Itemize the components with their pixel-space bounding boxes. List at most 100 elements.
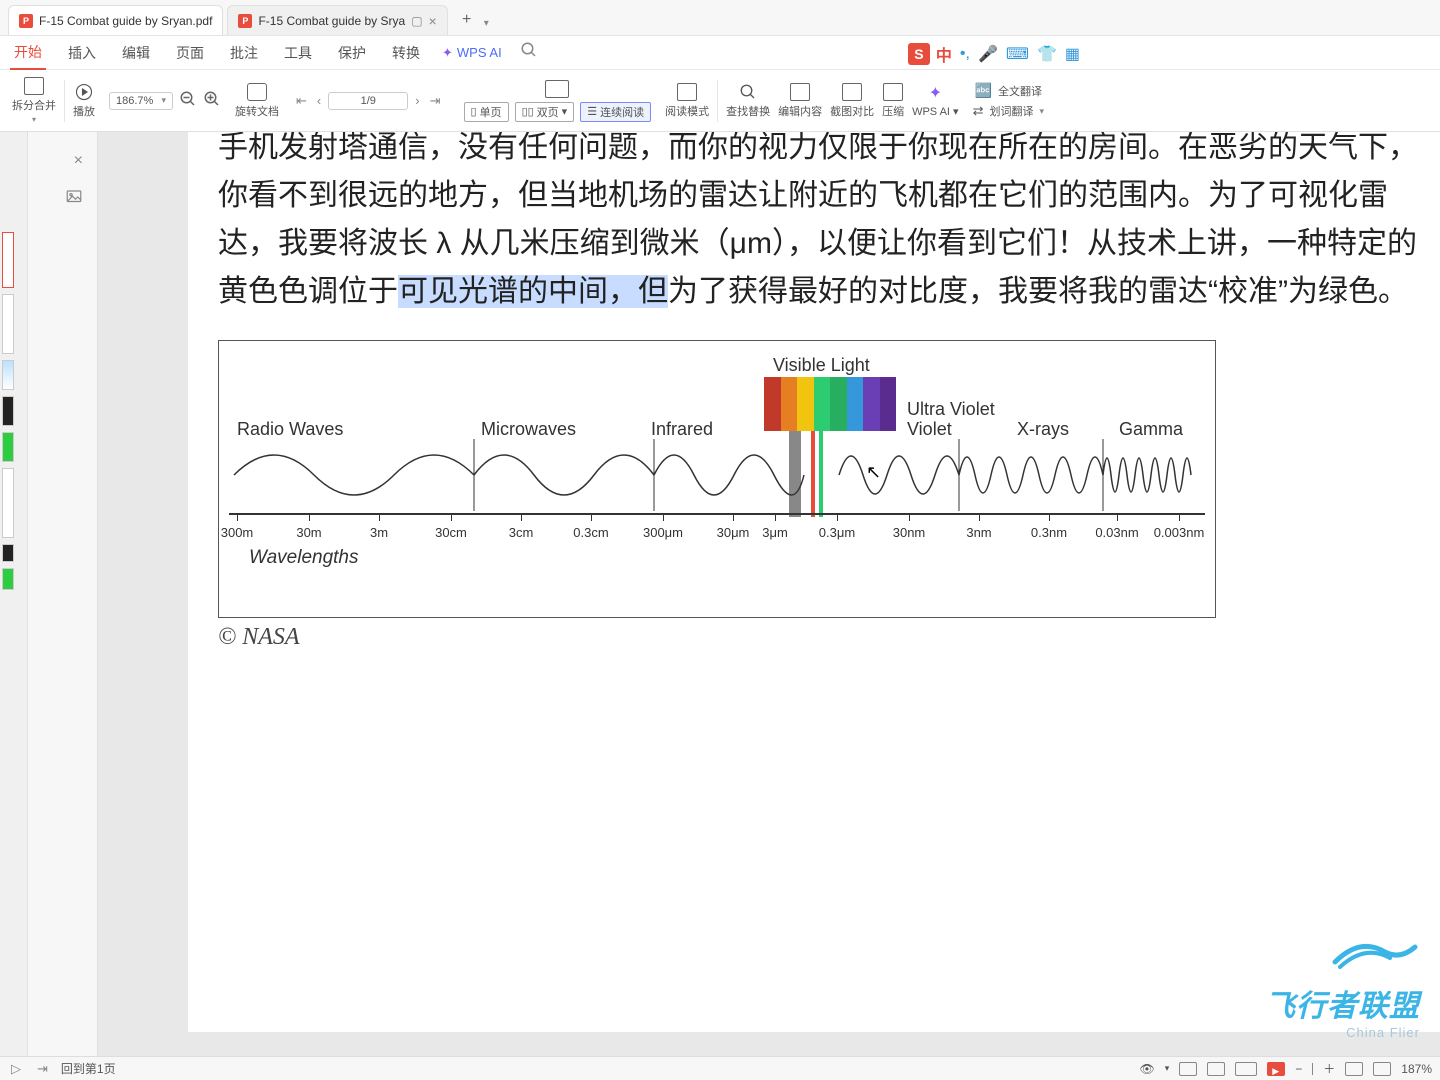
view-double-icon[interactable] <box>1235 1062 1257 1076</box>
compress-button[interactable]: 压缩 <box>878 81 908 121</box>
wave-diagram <box>229 435 1199 515</box>
view-fit-icon[interactable] <box>1207 1062 1225 1076</box>
panel-close-icon[interactable]: × <box>74 152 83 170</box>
first-page-button[interactable]: ⇤ <box>293 93 310 109</box>
ime-logo-icon: S <box>908 43 930 65</box>
wordtrans-icon: ⇄ <box>973 103 984 119</box>
scale-tick: 0.3nm <box>1031 525 1067 540</box>
thumbnail-strip <box>0 132 28 1056</box>
document-tab-1[interactable]: P F-15 Combat guide by Sryan.pdf <box>8 5 223 35</box>
next-page-button[interactable]: › <box>412 93 422 108</box>
scale-tick: 300m <box>221 525 254 540</box>
scale-tick: 3cm <box>509 525 534 540</box>
readmode-icon <box>677 83 697 101</box>
region-uv: Ultra Violet <box>907 399 995 420</box>
close-icon[interactable]: × <box>429 13 437 29</box>
pdf-page: 手机发射塔通信，没有任何问题，而你的视力仅限于你现在所在的房间。在恶劣的天气下，… <box>188 132 1440 1032</box>
menu-insert[interactable]: 插入 <box>64 37 100 69</box>
prev-page-button[interactable]: ‹ <box>314 93 324 108</box>
tab-menu-dropdown[interactable]: ▾ <box>484 18 489 29</box>
tab-restore-icon[interactable]: ▢ <box>411 14 422 28</box>
back-to-first[interactable]: 回到第1页 <box>61 1060 116 1077</box>
edit-icon <box>790 83 810 101</box>
book-icon <box>545 80 569 98</box>
zoom-input[interactable]: 186.7%▾ <box>109 92 173 110</box>
play-icon <box>75 83 93 101</box>
menu-page[interactable]: 页面 <box>172 37 208 69</box>
page-thumb-3[interactable] <box>2 360 14 390</box>
menu-edit[interactable]: 编辑 <box>118 37 154 69</box>
view-single-icon[interactable] <box>1179 1062 1197 1076</box>
fit-width-icon[interactable] <box>1373 1062 1391 1076</box>
nasa-credit: © NASA <box>218 624 1418 651</box>
menu-protect[interactable]: 保护 <box>334 37 370 69</box>
menu-start[interactable]: 开始 <box>10 36 46 70</box>
find-replace-button[interactable]: 查找替换 <box>722 81 774 121</box>
page-thumb-1[interactable] <box>2 232 14 288</box>
work-area: × 手机发射塔通信，没有任何问题，而你的视力仅限于你现在所在的房间。在恶劣的天气… <box>0 132 1440 1056</box>
read-mode-button[interactable]: 阅读模式 <box>661 81 713 121</box>
ai-icon: ✦ <box>442 45 453 61</box>
ime-keyboard-icon[interactable]: ⌨ <box>1006 44 1029 64</box>
tab-label: F-15 Combat guide by Srya <box>258 14 405 28</box>
fullscreen-icon[interactable] <box>1345 1062 1363 1076</box>
crop-compare-button[interactable]: 截图对比 <box>826 81 878 121</box>
zoom-slider[interactable] <box>1312 1063 1313 1075</box>
scale-tick: 3m <box>370 525 388 540</box>
eye-icon[interactable]: 👁 <box>1140 1062 1155 1076</box>
visible-light-label: Visible Light <box>773 355 870 376</box>
pdf-icon: P <box>19 14 33 28</box>
page-viewport[interactable]: 手机发射塔通信，没有任何问题，而你的视力仅限于你现在所在的房间。在恶劣的天气下，… <box>98 132 1440 1056</box>
page-thumb-4[interactable] <box>2 396 14 426</box>
page-thumb-2[interactable] <box>2 294 14 354</box>
page-thumb-7[interactable] <box>2 544 14 562</box>
split-icon <box>24 77 44 95</box>
ime-punct-icon[interactable]: •, <box>960 45 970 63</box>
zoom-in-button[interactable]: ＋ <box>1323 1060 1335 1077</box>
edit-content-button[interactable]: 编辑内容 <box>774 81 826 121</box>
zoom-out-icon[interactable] <box>179 90 197 111</box>
rotate-button[interactable]: 旋转文档 <box>231 81 283 121</box>
ime-shirt-icon[interactable]: 👕 <box>1037 44 1057 64</box>
play-button[interactable]: 播放 <box>69 81 99 121</box>
document-tab-2[interactable]: P F-15 Combat guide by Srya ▢ × <box>227 5 447 35</box>
status-bar: ▷ ⇥ 回到第1页 👁▾ ▶ − ＋ 187% <box>0 1056 1440 1080</box>
menu-tools[interactable]: 工具 <box>280 37 316 69</box>
pdf-icon: P <box>238 14 252 28</box>
image-panel-icon[interactable] <box>65 188 83 211</box>
translate-icon: 🔤 <box>975 82 992 99</box>
single-page-button[interactable]: ▯单页 <box>464 102 509 122</box>
last-page-button[interactable]: ⇥ <box>427 93 444 109</box>
search-icon[interactable] <box>520 41 538 64</box>
scale-tick: 30m <box>296 525 321 540</box>
zoom-in-icon[interactable] <box>203 90 221 111</box>
page-thumb-5[interactable] <box>2 432 14 462</box>
scale-tick: 30cm <box>435 525 467 540</box>
ime-grid-icon[interactable]: ▦ <box>1065 44 1080 64</box>
sb-last-icon[interactable]: ⇥ <box>34 1061 51 1077</box>
ime-voice-icon[interactable]: 🎤 <box>978 44 998 64</box>
wps-ai-button[interactable]: ✦ WPS AI ▾ <box>908 81 962 120</box>
scale-tick: 3nm <box>966 525 991 540</box>
continuous-button[interactable]: ☰连续阅读 <box>580 102 651 122</box>
double-page-button[interactable]: ▯▯双页▾ <box>515 102 575 122</box>
zoom-level[interactable]: 187% <box>1401 1062 1432 1076</box>
split-merge-button[interactable]: 拆分合并 ▾ <box>8 75 60 126</box>
sb-prev-icon[interactable]: ▷ <box>8 1061 24 1077</box>
page-input[interactable]: 1/9 <box>328 92 408 110</box>
toolbar: 拆分合并 ▾ 播放 186.7%▾ 旋转文档 ⇤ ‹ 1/9 › ⇥ ▯单页 ▯… <box>0 70 1440 132</box>
ime-indicator: S 中 •, 🎤 ⌨ 👕 ▦ <box>908 42 1080 66</box>
ime-mode[interactable]: 中 <box>936 42 952 66</box>
side-panel: × <box>28 132 98 1056</box>
zoom-out-button[interactable]: − <box>1295 1062 1302 1076</box>
menu-annotate[interactable]: 批注 <box>226 37 262 69</box>
view-slideshow-icon[interactable]: ▶ <box>1267 1062 1285 1076</box>
scale-tick: 300μm <box>643 525 683 540</box>
menu-wps-ai[interactable]: ✦ WPS AI <box>442 45 502 61</box>
scale-tick: 3μm <box>762 525 788 540</box>
page-thumb-6[interactable] <box>2 468 14 538</box>
new-tab-button[interactable]: + <box>456 9 478 31</box>
menu-convert[interactable]: 转换 <box>388 37 424 69</box>
menu-bar: 开始 插入 编辑 页面 批注 工具 保护 转换 ✦ WPS AI <box>0 36 1440 70</box>
page-thumb-8[interactable] <box>2 568 14 590</box>
